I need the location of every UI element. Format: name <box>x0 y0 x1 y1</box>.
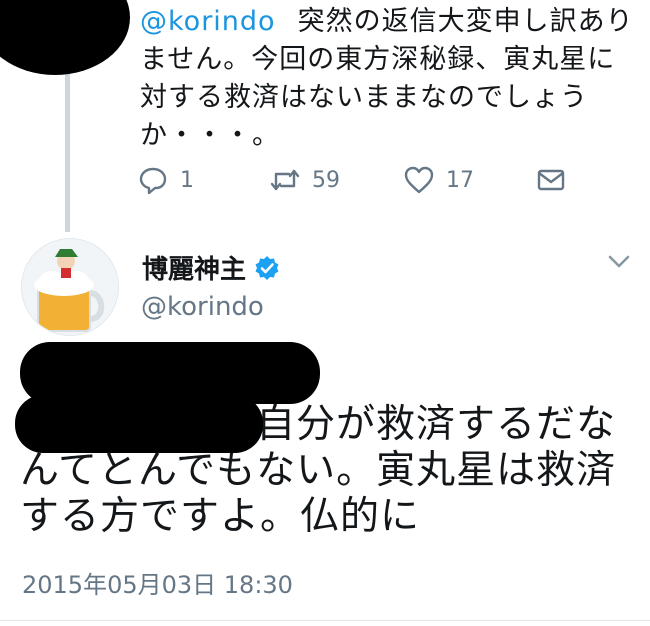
verified-badge-icon <box>255 255 279 280</box>
like-button[interactable]: 17 <box>404 163 474 197</box>
like-count: 17 <box>446 167 474 193</box>
heart-icon <box>404 166 434 194</box>
tweet-timestamp[interactable]: 2015年05月03日 18:30 <box>22 565 293 600</box>
user-handle[interactable]: @korindo <box>141 292 264 322</box>
envelope-icon <box>537 169 565 191</box>
reply-count: 1 <box>180 167 194 193</box>
display-name-text: 博麗神主 <box>142 255 247 285</box>
divider <box>0 620 650 621</box>
redaction-block <box>15 395 263 453</box>
beer-mug-avatar-image <box>22 239 118 335</box>
retweet-button[interactable]: 59 <box>270 163 340 197</box>
thread-connector-line <box>65 72 70 232</box>
avatar[interactable] <box>22 239 118 335</box>
display-name[interactable]: 博麗神主 <box>142 249 280 286</box>
direct-message-button[interactable] <box>536 163 578 197</box>
reply-button[interactable]: 1 <box>138 163 194 197</box>
retweet-icon <box>270 169 300 191</box>
retweet-count: 59 <box>312 167 340 193</box>
mention-link[interactable]: @korindo <box>140 6 276 37</box>
redacted-avatar <box>0 0 130 75</box>
reply-tweet-text: @korindo 突然の返信大変申し訳ありません。今回の東方深秘録、寅丸星に対する… <box>140 3 640 155</box>
chevron-down-icon[interactable] <box>607 252 631 272</box>
reply-icon <box>139 167 167 195</box>
